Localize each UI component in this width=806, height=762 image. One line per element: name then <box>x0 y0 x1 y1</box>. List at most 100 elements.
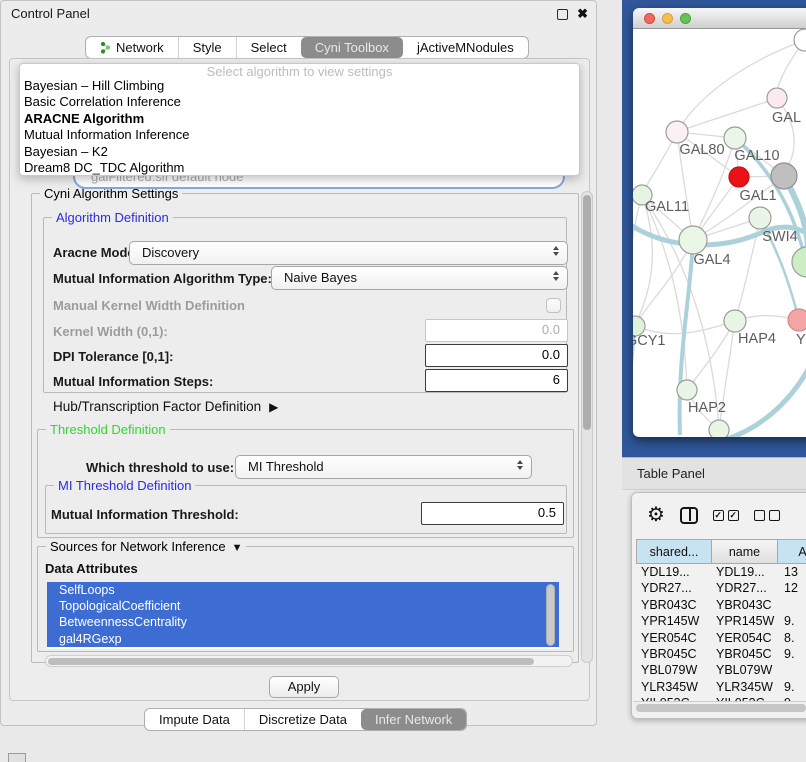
table-row[interactable]: YDR27...YDR27...12 <box>636 580 806 596</box>
network-node[interactable] <box>792 247 806 277</box>
table-cell: 8. <box>778 630 806 646</box>
attribute-item[interactable]: TopologicalCoefficient <box>47 598 559 614</box>
control-panel-titlebar: Control Panel <box>1 1 596 27</box>
table-cell: YBL079W <box>636 662 712 678</box>
tab-discretize-data[interactable]: Discretize Data <box>244 709 361 730</box>
which-threshold-combo[interactable]: MI Threshold <box>235 455 532 479</box>
gear-icon[interactable] <box>647 505 665 525</box>
table-row[interactable]: YER054CYER054C8. <box>636 630 806 646</box>
manual-kernel-checkbox[interactable] <box>546 298 561 313</box>
attribute-item[interactable]: BetweennessCentrality <box>47 614 559 630</box>
algorithm-option[interactable]: Dream8 DC_TDC Algorithm <box>20 160 579 176</box>
tab-network[interactable]: Network <box>86 37 178 58</box>
algorithm-dropdown-list: Bayesian – Hill ClimbingBasic Correlatio… <box>20 78 579 176</box>
network-node-swi4[interactable] <box>749 207 771 229</box>
table-panel-title: Table Panel <box>637 466 705 481</box>
network-node-gal[interactable] <box>767 88 787 108</box>
network-node[interactable] <box>709 420 729 437</box>
table-toolbar <box>632 493 806 537</box>
table-cell: 12 <box>778 580 806 596</box>
kernel-width-label: Kernel Width (0,1): <box>53 324 168 339</box>
attribute-item[interactable]: gal4RGexp <box>47 631 559 647</box>
close-traffic-light-icon[interactable] <box>644 13 655 24</box>
table-window: shared...nameA YDL19...YDL19...13YDR27..… <box>631 492 806 719</box>
tab-jactivemnodules[interactable]: jActiveMNodules <box>403 37 528 58</box>
tab-infer-network[interactable]: Infer Network <box>361 709 466 730</box>
aracne-mode-combo[interactable]: Discovery <box>129 241 568 265</box>
network-node-hap4[interactable] <box>724 310 746 332</box>
network-node[interactable] <box>794 29 806 51</box>
settings-horizontal-scrollbar[interactable] <box>45 655 573 667</box>
table-row[interactable]: YLR345WYLR345W9. <box>636 679 806 695</box>
column-header[interactable]: shared... <box>636 539 712 564</box>
table-row[interactable]: YDL19...YDL19...13 <box>636 564 806 580</box>
tab-cyni-toolbox[interactable]: Cyni Toolbox <box>301 37 403 58</box>
tab-label: Network <box>116 40 164 55</box>
algorithm-option[interactable]: Basic Correlation Inference <box>20 94 579 110</box>
table-row[interactable]: YBR043CYBR043C <box>636 597 806 613</box>
table-rows: YDL19...YDL19...13YDR27...YDR27...12YBR0… <box>636 564 806 712</box>
node-label-gal80: GAL80 <box>679 142 724 158</box>
settings-vertical-scrollbar[interactable] <box>581 191 593 663</box>
aracne-mode-label: Aracne Mode: <box>53 245 139 260</box>
algorithm-option[interactable]: Bayesian – Hill Climbing <box>20 78 579 94</box>
data-attributes-list[interactable]: SelfLoopsTopologicalCoefficientBetweenne… <box>47 582 559 649</box>
apply-button[interactable]: Apply <box>269 676 339 698</box>
attributes-vertical-scrollbar[interactable] <box>546 584 555 646</box>
algorithm-definition-legend: Algorithm Definition <box>52 210 173 225</box>
attribute-item[interactable]: SelfLoops <box>47 582 559 598</box>
mi-steps-label: Mutual Information Steps: <box>53 374 213 389</box>
node-label-gal: GAL <box>772 110 801 126</box>
node-label-gal1: GAL1 <box>739 188 776 204</box>
node-label-gcy1: GCY1 <box>633 333 666 349</box>
table-row[interactable]: YBL079WYBL079W <box>636 662 806 678</box>
table-horizontal-scrollbar[interactable] <box>633 701 806 713</box>
dpi-tolerance-field[interactable]: 0.0 <box>425 344 568 367</box>
checked-boxes-icon[interactable] <box>713 510 739 521</box>
float-window-icon[interactable] <box>557 9 568 20</box>
table-cell: YPR145W <box>636 613 712 629</box>
sources-legend[interactable]: Sources for Network Inference <box>46 539 246 554</box>
algorithm-option[interactable]: ARACNE Algorithm <box>20 111 579 127</box>
table-cell: YPR145W <box>712 613 778 629</box>
mi-type-combo[interactable]: Naive Bayes <box>271 266 568 290</box>
zoom-traffic-light-icon[interactable] <box>680 13 691 24</box>
mi-threshold-legend: MI Threshold Definition <box>54 478 195 493</box>
tab-style[interactable]: Style <box>178 37 236 58</box>
network-node-hap2[interactable] <box>677 380 697 400</box>
column-header[interactable]: name <box>712 539 778 564</box>
network-node-gal10[interactable] <box>724 127 746 149</box>
algorithm-option[interactable]: Mutual Information Inference <box>20 127 579 143</box>
network-node-gal80[interactable] <box>666 121 688 143</box>
split-panel-icon[interactable] <box>680 507 698 524</box>
network-node-y[interactable] <box>788 309 806 331</box>
tab-impute-data[interactable]: Impute Data <box>145 709 244 730</box>
algorithm-dropdown-popup: Select algorithm to view settings Bayesi… <box>19 63 580 176</box>
unchecked-boxes-icon[interactable] <box>754 510 780 521</box>
mini-button[interactable] <box>8 753 26 762</box>
column-header[interactable]: A <box>778 539 806 564</box>
algorithm-option[interactable]: Bayesian – K2 <box>20 144 579 160</box>
table-cell: 9. <box>778 679 806 695</box>
minimize-traffic-light-icon[interactable] <box>662 13 673 24</box>
network-node-gal1[interactable] <box>729 167 749 187</box>
mi-steps-field[interactable]: 6 <box>425 369 568 392</box>
network-node[interactable] <box>771 163 797 189</box>
manual-kernel-label: Manual Kernel Width Definition <box>53 298 245 313</box>
node-label-gal10: GAL10 <box>734 148 779 164</box>
network-node-gal4[interactable] <box>679 226 707 254</box>
bottom-tabs: Impute DataDiscretize DataInfer Network <box>144 708 467 731</box>
mi-threshold-label: Mutual Information Threshold: <box>51 507 239 522</box>
mi-threshold-field[interactable]: 0.5 <box>421 502 564 525</box>
kernel-width-field[interactable]: 0.0 <box>425 319 568 342</box>
control-panel-window: Control Panel Network StyleSelectCyni Too… <box>0 0 597 726</box>
hub-definition-expander[interactable]: Hub/Transcription Factor Definition <box>53 399 278 414</box>
tab-select[interactable]: Select <box>236 37 301 58</box>
network-canvas[interactable]: GALGAL80GAL10GAL1GAL11SWI4GAL4GCY1HAP4YH… <box>633 29 806 437</box>
table-cell: YDL19... <box>712 564 778 580</box>
close-icon[interactable] <box>577 6 588 22</box>
table-cell: YDR27... <box>636 580 712 596</box>
algorithm-dropdown-placeholder: Select algorithm to view settings <box>20 64 579 78</box>
table-row[interactable]: YBR045CYBR045C9. <box>636 646 806 662</box>
table-row[interactable]: YPR145WYPR145W9. <box>636 613 806 629</box>
